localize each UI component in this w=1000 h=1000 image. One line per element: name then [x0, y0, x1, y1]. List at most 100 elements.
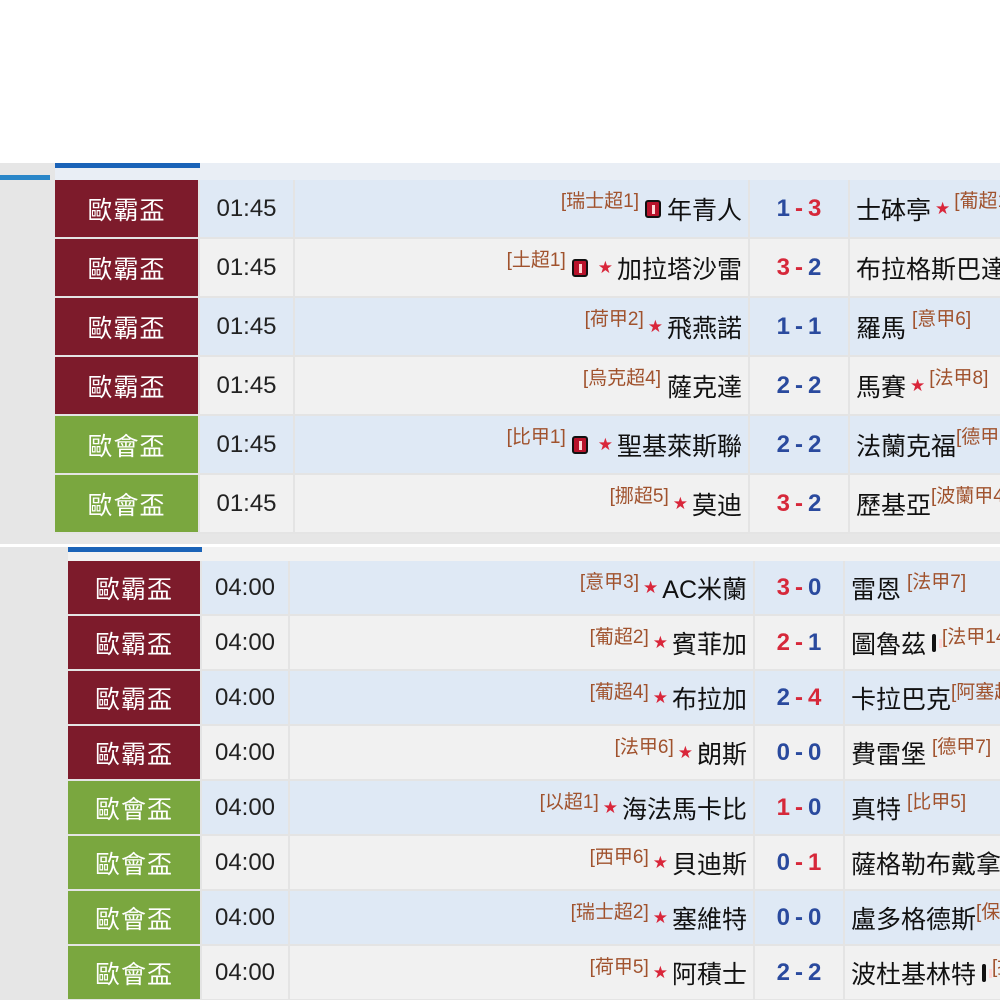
away-team-name[interactable]: 法蘭克福: [856, 427, 956, 463]
red-card-icon: [644, 199, 661, 218]
star-icon: ★: [652, 632, 668, 652]
away-team-cell[interactable]: 盧多格德斯[保超2]: [845, 891, 1000, 944]
match-row[interactable]: 歐會盃01:45[比甲1]★聖基萊斯聯2-2法蘭克福[德甲6]: [55, 416, 1000, 475]
home-team-name[interactable]: 朗斯: [697, 735, 747, 771]
match-score[interactable]: 2-2: [755, 946, 845, 999]
match-score[interactable]: 1-0: [755, 781, 845, 834]
home-team-rank: [比甲1]: [506, 427, 566, 448]
home-team-name[interactable]: 塞維特: [672, 900, 747, 936]
match-score[interactable]: 3-2: [750, 239, 850, 296]
match-row[interactable]: 歐會盃04:00[西甲6]★貝迪斯0-1薩格勒布戴拿模[克羅甲3]: [68, 836, 1000, 891]
match-row[interactable]: 歐霸盃 01:45 [烏克超4] 薩克達 2-2 馬賽 ★ [法甲8]: [55, 357, 1000, 416]
home-team-cell[interactable]: [瑞士超1] 年青人: [295, 180, 750, 237]
away-team-name[interactable]: 費雷堡: [851, 735, 926, 771]
match-row[interactable]: 歐霸盃 04:00 [法甲6] ★ 朗斯 0-0 費雷堡 [德甲7]: [68, 726, 1000, 781]
match-score[interactable]: 2-1: [755, 616, 845, 669]
away-team-name[interactable]: 真特: [851, 790, 901, 826]
kickoff-time: 01:45: [200, 180, 295, 237]
away-team-cell[interactable]: 費雷堡 [德甲7]: [845, 726, 1000, 779]
match-row[interactable]: 歐會盃01:45[挪超5]★莫迪3-2歷基亞[波蘭甲4]: [55, 475, 1000, 534]
away-team-name[interactable]: 羅馬: [856, 309, 906, 345]
home-score: 0: [776, 848, 790, 876]
competition-label: 歐霸盃: [55, 180, 200, 237]
match-row[interactable]: 歐霸盃 04:00 [意甲3] ★ AC米蘭 3-0 雷恩 [法甲7]: [68, 561, 1000, 616]
match-score[interactable]: 2-4: [755, 671, 845, 724]
home-team-rank: [土超1]: [506, 250, 566, 271]
kickoff-time: 01:45: [200, 475, 295, 532]
match-row[interactable]: 歐霸盃04:00[葡超4]★布拉加2-4卡拉巴克[阿塞超1]: [68, 671, 1000, 726]
away-team-name[interactable]: 雷恩: [851, 570, 901, 606]
kickoff-time: 04:00: [202, 836, 290, 889]
match-score[interactable]: 0-0: [755, 891, 845, 944]
away-team-name[interactable]: 歷基亞: [856, 486, 931, 522]
match-row[interactable]: 歐霸盃04:00[葡超2]★賓菲加2-1圖魯茲[法甲14]: [68, 616, 1000, 671]
away-team-name[interactable]: 士砵亭: [856, 191, 931, 227]
home-team-name[interactable]: 加拉塔沙雷: [617, 250, 742, 286]
away-team-cell[interactable]: 薩格勒布戴拿模[克羅甲3]: [845, 836, 1000, 889]
away-team-cell[interactable]: 法蘭克福[德甲6]: [850, 416, 1000, 473]
kickoff-time: 04:00: [202, 726, 290, 779]
away-team-name[interactable]: 盧多格德斯: [851, 900, 976, 936]
home-score: 0: [776, 903, 790, 931]
away-team-cell[interactable]: 士砵亭★[葡超1]: [850, 180, 1000, 237]
home-team-name[interactable]: 薩克達: [667, 368, 742, 404]
home-team-name[interactable]: 莫迪: [692, 486, 742, 522]
away-team-cell[interactable]: 歷基亞[波蘭甲4]: [850, 475, 1000, 532]
match-row[interactable]: 歐霸盃01:45[土超1]★加拉塔沙雷3-2布拉格斯巴達[捷: [55, 239, 1000, 298]
away-score: 3: [808, 194, 822, 222]
away-team-name[interactable]: 馬賽: [856, 368, 906, 404]
home-team-cell[interactable]: [土超1] ★ 加拉塔沙雷: [295, 239, 750, 296]
away-team-cell[interactable]: 卡拉巴克[阿塞超1]: [845, 671, 1000, 724]
home-team-name[interactable]: 海法馬卡比: [622, 790, 747, 826]
away-team-cell[interactable]: 圖魯茲 [法甲14]: [845, 616, 1000, 669]
home-team-name[interactable]: 賓菲加: [672, 625, 747, 661]
away-team-name[interactable]: 卡拉巴克: [851, 680, 951, 716]
away-team-rank: [法甲7]: [907, 572, 967, 593]
match-score[interactable]: 2-2: [750, 357, 850, 414]
home-team-name[interactable]: 年青人: [667, 191, 742, 227]
home-team-cell[interactable]: [葡超2] ★ 賓菲加: [290, 616, 755, 669]
home-team-cell[interactable]: [瑞士超2] ★ 塞維特: [290, 891, 755, 944]
match-score[interactable]: 1-3: [750, 180, 850, 237]
home-team-cell[interactable]: [比甲1] ★ 聖基萊斯聯: [295, 416, 750, 473]
home-team-name[interactable]: 聖基萊斯聯: [617, 427, 742, 463]
home-team-name[interactable]: 飛燕諾: [667, 309, 742, 345]
home-team-cell[interactable]: [荷甲5] ★ 阿積士: [290, 946, 755, 999]
match-score[interactable]: 0-0: [755, 726, 845, 779]
away-team-cell[interactable]: 布拉格斯巴達[捷: [850, 239, 1000, 296]
match-row[interactable]: 歐會盃 04:00 [以超1] ★ 海法馬卡比 1-0 真特 [比甲5]: [68, 781, 1000, 836]
home-team-cell[interactable]: [烏克超4] 薩克達: [295, 357, 750, 414]
match-row[interactable]: 歐會盃04:00[瑞士超2]★塞維特0-0盧多格德斯[保超2]: [68, 891, 1000, 946]
match-score[interactable]: 3-0: [755, 561, 845, 614]
home-team-cell[interactable]: [意甲3] ★ AC米蘭: [290, 561, 755, 614]
home-score: 2: [776, 958, 790, 986]
home-team-name[interactable]: 阿積士: [672, 955, 747, 991]
home-team-name[interactable]: 貝迪斯: [672, 845, 747, 881]
away-team-name[interactable]: 波杜基林特: [851, 955, 976, 991]
match-score[interactable]: 1-1: [750, 298, 850, 355]
home-team-cell[interactable]: [西甲6] ★ 貝迪斯: [290, 836, 755, 889]
away-team-cell[interactable]: 雷恩 [法甲7]: [845, 561, 1000, 614]
match-score[interactable]: 3-2: [750, 475, 850, 532]
match-score[interactable]: 0-1: [755, 836, 845, 889]
home-team-name[interactable]: AC米蘭: [662, 570, 747, 606]
away-team-cell[interactable]: 波杜基林特 [挪超1]: [845, 946, 1000, 999]
away-team-name[interactable]: 薩格勒布戴拿模: [851, 845, 1000, 881]
home-team-cell[interactable]: [以超1] ★ 海法馬卡比: [290, 781, 755, 834]
home-team-cell[interactable]: [挪超5] ★ 莫迪: [295, 475, 750, 532]
away-team-cell[interactable]: 馬賽 ★ [法甲8]: [850, 357, 1000, 414]
home-team-cell[interactable]: [葡超4] ★ 布拉加: [290, 671, 755, 724]
away-team-name[interactable]: 布拉格斯巴達: [856, 250, 1000, 286]
home-team-name[interactable]: 布拉加: [672, 680, 747, 716]
score-separator: -: [795, 628, 803, 656]
match-row[interactable]: 歐霸盃01:45[瑞士超1]年青人1-3士砵亭★[葡超1]: [55, 180, 1000, 239]
away-team-cell[interactable]: 真特 [比甲5]: [845, 781, 1000, 834]
home-team-cell[interactable]: [荷甲2] ★ 飛燕諾: [295, 298, 750, 355]
away-team-name[interactable]: 圖魯茲: [851, 625, 926, 661]
away-team-cell[interactable]: 羅馬 [意甲6]: [850, 298, 1000, 355]
match-row[interactable]: 歐會盃04:00[荷甲5]★阿積士2-2波杜基林特[挪超1]: [68, 946, 1000, 1000]
home-team-cell[interactable]: [法甲6] ★ 朗斯: [290, 726, 755, 779]
score-separator: -: [795, 848, 803, 876]
match-row[interactable]: 歐霸盃 01:45 [荷甲2] ★ 飛燕諾 1-1 羅馬 [意甲6]: [55, 298, 1000, 357]
match-score[interactable]: 2-2: [750, 416, 850, 473]
